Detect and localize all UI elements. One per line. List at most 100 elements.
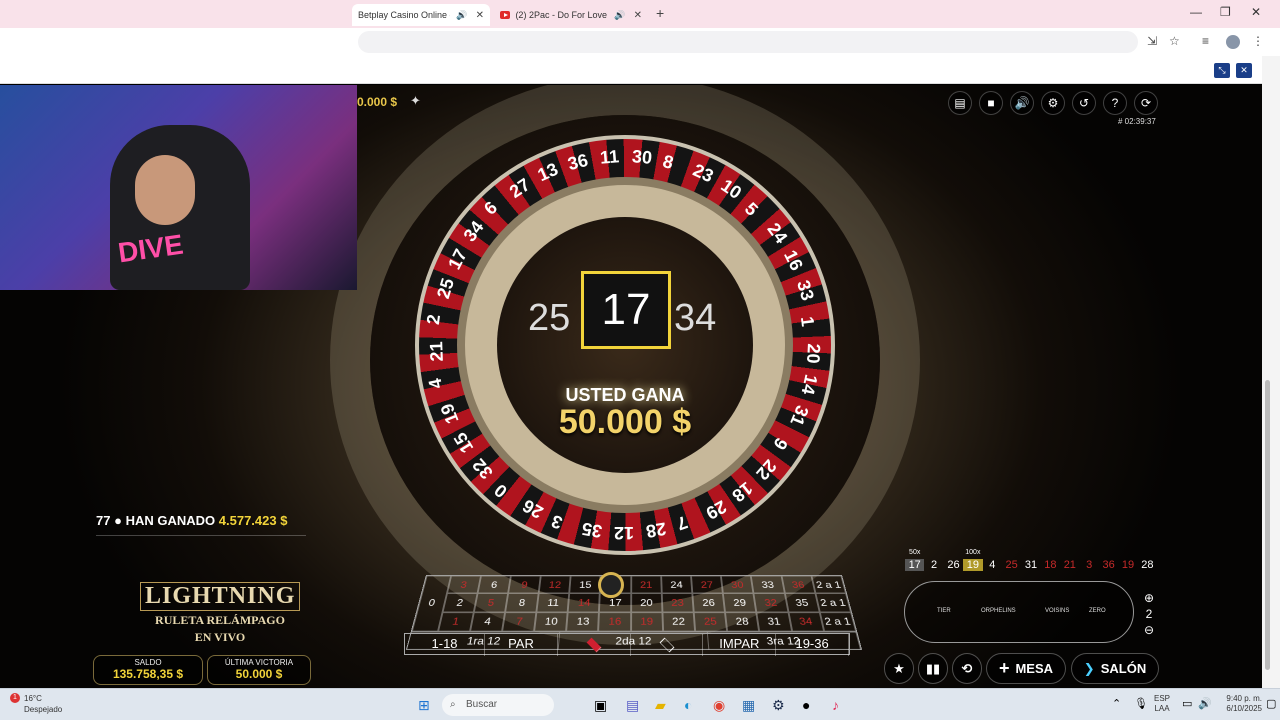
volume-icon[interactable]: 🔊: [1198, 697, 1212, 710]
number-cell[interactable]: 33: [751, 575, 785, 594]
help-icon[interactable]: ?: [1103, 91, 1127, 115]
zoom-in-icon[interactable]: ⊕: [1142, 590, 1156, 606]
bet-black[interactable]: [631, 634, 704, 656]
racetrack-voisins[interactable]: VOISINS: [1045, 608, 1069, 614]
number-cell[interactable]: 13: [566, 612, 600, 632]
number-cell[interactable]: 10: [534, 612, 568, 632]
number-cell[interactable]: 28: [725, 612, 760, 632]
task-view-icon[interactable]: ▣: [594, 697, 607, 714]
number-cell[interactable]: 32: [753, 593, 789, 613]
number-cell[interactable]: 29: [723, 593, 757, 613]
notification-icon[interactable]: ▢: [1266, 697, 1276, 710]
number-cell[interactable]: 7: [501, 612, 537, 632]
bet-even[interactable]: PAR: [485, 634, 558, 656]
statistics-button[interactable]: ▮▮: [918, 653, 948, 684]
media-control-icon[interactable]: ≡: [1202, 34, 1209, 48]
sound-icon[interactable]: 🔊: [1010, 91, 1034, 115]
clock[interactable]: 9:40 p. m. 6/10/2025: [1218, 694, 1262, 714]
taskbar-search[interactable]: ⌕ Buscar: [442, 694, 554, 716]
racetrack-tier[interactable]: TIER: [937, 608, 951, 614]
repeat-button[interactable]: ⟲: [952, 653, 982, 684]
teams-icon[interactable]: ▤: [626, 697, 639, 714]
new-tab-button[interactable]: +: [656, 5, 664, 21]
bet-odd[interactable]: IMPAR: [703, 634, 777, 656]
number-cell[interactable]: 21: [630, 575, 662, 594]
video-icon[interactable]: ■: [979, 91, 1003, 115]
speaker-icon[interactable]: 🔊: [456, 10, 467, 21]
number-cell[interactable]: 30: [721, 575, 754, 594]
number-cell[interactable]: 25: [693, 612, 728, 632]
salon-button[interactable]: ❯ SALÓN: [1071, 653, 1159, 684]
profile-avatar-icon[interactable]: [1226, 35, 1240, 52]
address-bar[interactable]: [358, 31, 1138, 53]
tab-betplay[interactable]: Betplay Casino Online en Vi 🔊 ✕: [352, 4, 490, 26]
language-indicator[interactable]: ESP LAA: [1154, 694, 1170, 714]
number-cell[interactable]: 31: [756, 612, 792, 632]
number-cell[interactable]: 11: [536, 593, 570, 613]
number-cell[interactable]: 20: [630, 593, 663, 613]
number-cell[interactable]: 36: [781, 575, 816, 594]
close-game-icon[interactable]: ✕: [1236, 63, 1252, 78]
scroll-thumb[interactable]: [1265, 380, 1270, 670]
exit-fullscreen-icon[interactable]: ⤡: [1214, 63, 1230, 78]
minimize-icon[interactable]: —: [1190, 5, 1202, 19]
chrome-icon[interactable]: ◉: [713, 697, 725, 714]
column-bet[interactable]: 2 a 1: [815, 593, 851, 613]
file-explorer-icon[interactable]: ▰: [655, 697, 666, 714]
bet-1-18[interactable]: 1-18: [405, 634, 486, 656]
number-cell[interactable]: 4: [469, 612, 506, 632]
settings-icon[interactable]: ⚙: [1041, 91, 1065, 115]
bet-19-36[interactable]: 19-36: [776, 634, 849, 656]
tiktok-icon[interactable]: ♪: [832, 697, 839, 713]
maximize-icon[interactable]: ❐: [1220, 5, 1231, 19]
racetrack-orphelins[interactable]: ORPHELINS: [981, 608, 1016, 614]
number-cell[interactable]: 3: [446, 575, 481, 594]
number-cell[interactable]: 15: [569, 575, 601, 594]
store-icon[interactable]: ▦: [742, 697, 755, 714]
number-cell[interactable]: 26: [692, 593, 726, 613]
mesa-button[interactable]: + MESA: [986, 653, 1066, 684]
close-tab-icon[interactable]: ✕: [634, 10, 642, 21]
column-bet[interactable]: 2 a 1: [811, 575, 847, 594]
number-cell[interactable]: 12: [538, 575, 571, 594]
number-cell[interactable]: 14: [567, 593, 601, 613]
number-cell[interactable]: 8: [505, 593, 539, 613]
zoom-out-icon[interactable]: ⊖: [1142, 622, 1156, 638]
edge-icon[interactable]: ◐: [684, 697, 692, 713]
number-cell[interactable]: 35: [784, 593, 820, 613]
number-cell[interactable]: 27: [691, 575, 724, 594]
mic-icon[interactable]: 🎙: [1134, 697, 1148, 710]
number-cell[interactable]: 6: [477, 575, 511, 594]
fullscreen-icon[interactable]: ⟳: [1134, 91, 1158, 115]
install-icon[interactable]: ⇲: [1147, 34, 1157, 48]
number-cell[interactable]: 34: [788, 612, 824, 632]
number-cell[interactable]: 24: [661, 575, 693, 594]
favorite-icon[interactable]: ✦: [410, 93, 421, 109]
steam-icon[interactable]: ⚙: [772, 697, 785, 714]
tab-youtube[interactable]: (2) 2Pac - Do For Love (Offi 🔊 ✕: [494, 4, 648, 26]
favorites-button[interactable]: ★: [884, 653, 914, 684]
number-cell[interactable]: 23: [661, 593, 694, 613]
network-icon[interactable]: ▭: [1182, 697, 1192, 710]
bookmark-star-icon[interactable]: ☆: [1169, 34, 1180, 48]
bet-red[interactable]: [558, 634, 631, 656]
number-cell[interactable]: 9: [507, 575, 541, 594]
speaker-icon[interactable]: 🔊: [614, 10, 625, 21]
number-cell[interactable]: 16: [598, 612, 631, 632]
column-bet[interactable]: 2 a 1: [819, 612, 857, 632]
number-cell[interactable]: 2: [442, 593, 478, 613]
chat-icon[interactable]: ▤: [948, 91, 972, 115]
tray-chevron-icon[interactable]: ⌃: [1112, 697, 1121, 710]
number-cell[interactable]: 5: [473, 593, 508, 613]
browser-menu-icon[interactable]: ⋮: [1252, 34, 1264, 48]
number-cell[interactable]: 1: [437, 612, 474, 632]
close-window-icon[interactable]: ✕: [1251, 5, 1261, 19]
racetrack[interactable]: TIER ORPHELINS VOISINS ZERO: [904, 581, 1134, 643]
history-icon[interactable]: ↺: [1072, 91, 1096, 115]
obs-icon[interactable]: ●: [802, 697, 810, 713]
windows-start-icon[interactable]: ⊞: [418, 697, 430, 714]
weather-widget[interactable]: 16°C Despejado: [24, 693, 62, 715]
racetrack-zero[interactable]: ZERO: [1089, 608, 1106, 614]
close-tab-icon[interactable]: ✕: [476, 10, 484, 21]
number-cell[interactable]: 22: [662, 612, 696, 632]
